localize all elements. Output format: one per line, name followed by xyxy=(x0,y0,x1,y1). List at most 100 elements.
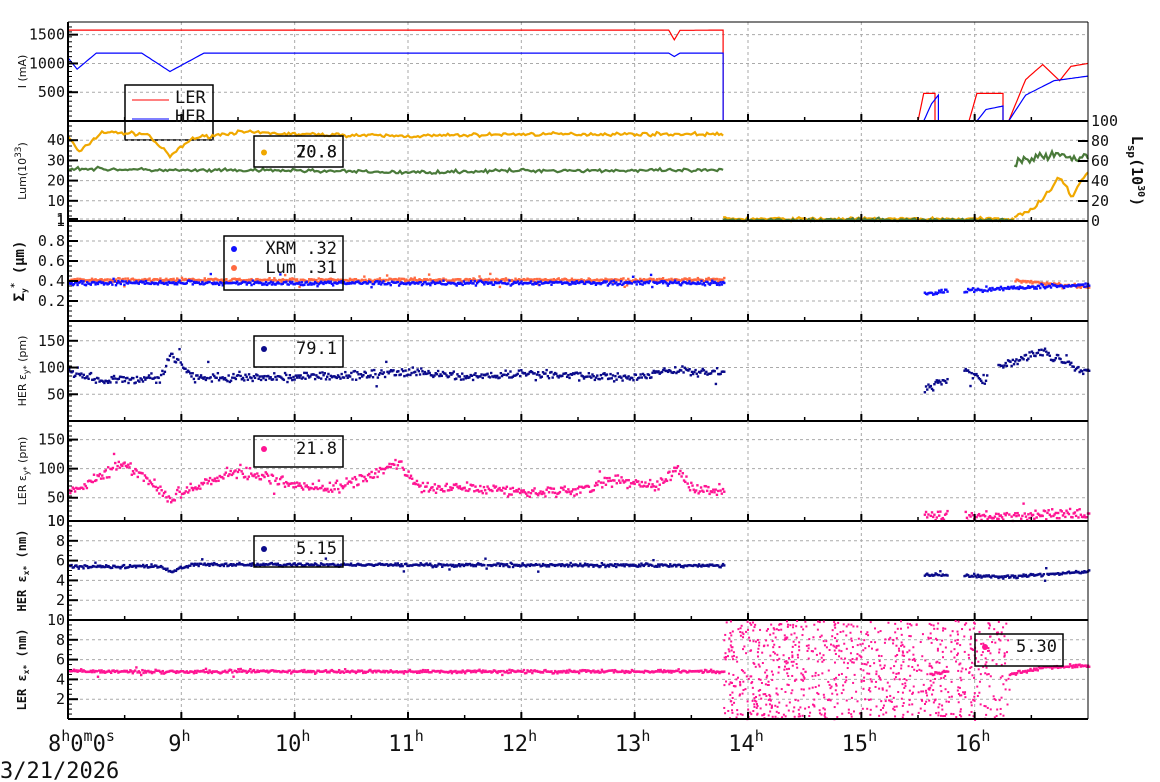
label-end: (µm) xyxy=(12,241,28,283)
data-point-LER-ey xyxy=(997,517,1000,521)
data-point-LER-ex-scatter xyxy=(889,667,892,670)
data-point-LER-ey xyxy=(551,491,554,494)
y-tick-label: 0.8 xyxy=(38,232,65,250)
data-point-LER-ex-scatter xyxy=(906,622,909,625)
data-point-HER-ey xyxy=(184,367,187,370)
data-point-LER-ey xyxy=(377,470,380,473)
data-point-LER-ey xyxy=(98,472,102,476)
data-point-LER-ex-scatter xyxy=(999,676,1002,679)
data-point-LER-ey xyxy=(259,478,263,481)
data-point-HER-ex xyxy=(150,563,153,566)
data-point-HER-ey xyxy=(138,380,141,383)
data-point-LER-ex-scatter xyxy=(902,660,905,663)
data-point-LER-ex-scatter xyxy=(880,667,883,670)
data-point-LER-ex-scatter xyxy=(831,635,834,638)
legend: 21.8 xyxy=(253,435,344,468)
data-point-HER-ex xyxy=(508,565,511,569)
data-point-HER-ey xyxy=(1029,355,1032,358)
data-point-XRM xyxy=(677,281,680,284)
data-point-HER-ey xyxy=(305,371,308,375)
legend-label: HER xyxy=(175,107,206,127)
data-point-LER-ex-scatter xyxy=(963,635,966,638)
data-point-HER-ey xyxy=(251,379,254,383)
data-point-LER-ex-scatter xyxy=(765,703,768,706)
data-point-LER-ey xyxy=(434,491,438,494)
data-point-LER-ey xyxy=(483,489,487,492)
data-point-LER-ey xyxy=(282,482,286,485)
data-point-XRM xyxy=(115,281,119,285)
data-point-LER-ey xyxy=(619,481,622,484)
data-point-LER-ey xyxy=(939,510,942,513)
data-point-XRM xyxy=(113,280,116,283)
data-point-LER-ex-scatter xyxy=(751,686,754,689)
data-point-Lum xyxy=(655,278,659,281)
data-point-HER-ey xyxy=(1039,353,1042,357)
data-point-Lum xyxy=(427,273,431,276)
data-point-LER-ex xyxy=(402,672,406,675)
data-point-LER-ex-scatter xyxy=(870,647,873,650)
data-point-HER-ey xyxy=(93,377,96,381)
data-point-LER-ex-scatter xyxy=(753,703,756,706)
data-point-LER-ey xyxy=(599,481,603,484)
y-tick-label: 100 xyxy=(38,460,65,478)
data-point-LER-ex-scatter xyxy=(852,625,855,628)
data-point-LER-ey xyxy=(129,462,132,465)
data-point-LER-ey xyxy=(932,515,935,519)
y-tick-label: 10 xyxy=(47,192,65,210)
data-point-LER-ex-scatter xyxy=(944,627,947,630)
data-point-LER-ey xyxy=(254,476,258,479)
data-point-LER-ex-scatter xyxy=(888,685,891,688)
data-point-LER-ex-scatter xyxy=(808,687,811,690)
data-point-XRM xyxy=(550,283,553,286)
data-point-XRM xyxy=(112,277,115,281)
data-point-LER-ey xyxy=(596,483,599,487)
panel-0: 50010001500I (mA)LERHER xyxy=(16,21,1089,141)
data-point-LER-ex-scatter xyxy=(968,714,971,717)
data-point-LER-ex xyxy=(161,669,164,673)
data-point-HER-ey xyxy=(1015,358,1018,361)
data-point-LER-ex-scatter xyxy=(875,670,878,673)
data-point-LER-ey xyxy=(686,482,689,485)
data-point-LER-ey xyxy=(1010,515,1013,518)
data-point-XRM xyxy=(699,282,702,285)
data-point-LER-ex-scatter xyxy=(731,697,734,700)
data-point-LER-ey xyxy=(571,488,575,491)
data-point-XRM xyxy=(185,281,188,285)
data-point-HER-ex xyxy=(975,576,978,579)
data-point-XRM xyxy=(507,282,510,285)
data-point-XRM xyxy=(720,283,724,286)
data-point-HER-ey xyxy=(468,376,471,379)
data-point-LER-ex-scatter xyxy=(957,620,960,623)
data-point-LER-ex-scatter xyxy=(941,708,944,711)
legend-label: XRM .32 xyxy=(265,239,337,259)
data-point-LER-ex-scatter xyxy=(970,701,973,704)
data-point-HER-ey xyxy=(86,375,89,378)
data-point-LER-ex-scatter xyxy=(956,654,959,657)
data-point-LER-ex-scatter xyxy=(944,646,947,649)
data-point-HER-ey xyxy=(379,372,382,375)
data-point-HER-ex xyxy=(569,561,572,565)
data-point-XRM xyxy=(72,283,76,286)
data-point-LER-ey xyxy=(691,484,694,487)
data-point-HER-ey xyxy=(358,376,361,380)
data-point-LER-ex-scatter xyxy=(729,693,732,696)
data-point-LER-ex-scatter xyxy=(753,705,756,708)
data-point-LER-ey xyxy=(333,488,336,491)
data-point-LER-ey xyxy=(698,490,702,493)
data-point-LER-ex-scatter xyxy=(892,642,895,645)
data-point-LER-ex-scatter xyxy=(866,672,869,675)
data-point-HER-ey xyxy=(406,373,410,376)
data-point-Lum xyxy=(148,277,151,280)
data-point-Lum xyxy=(106,278,109,281)
data-point-HER-ey xyxy=(215,376,218,380)
data-point-LER-ey xyxy=(665,479,669,483)
data-point-LER-ey xyxy=(694,489,698,492)
data-point-LER-ey xyxy=(178,490,181,493)
legend-label: 79.1 xyxy=(296,339,337,359)
data-point-LER-ey xyxy=(550,487,553,490)
data-point-LER-ex-scatter xyxy=(770,623,773,626)
data-point-HER-ey xyxy=(627,375,630,378)
data-point-HER-ey xyxy=(926,388,929,391)
data-point-LER-ex-scatter xyxy=(997,620,1000,623)
data-point-HER-ex xyxy=(655,565,659,568)
